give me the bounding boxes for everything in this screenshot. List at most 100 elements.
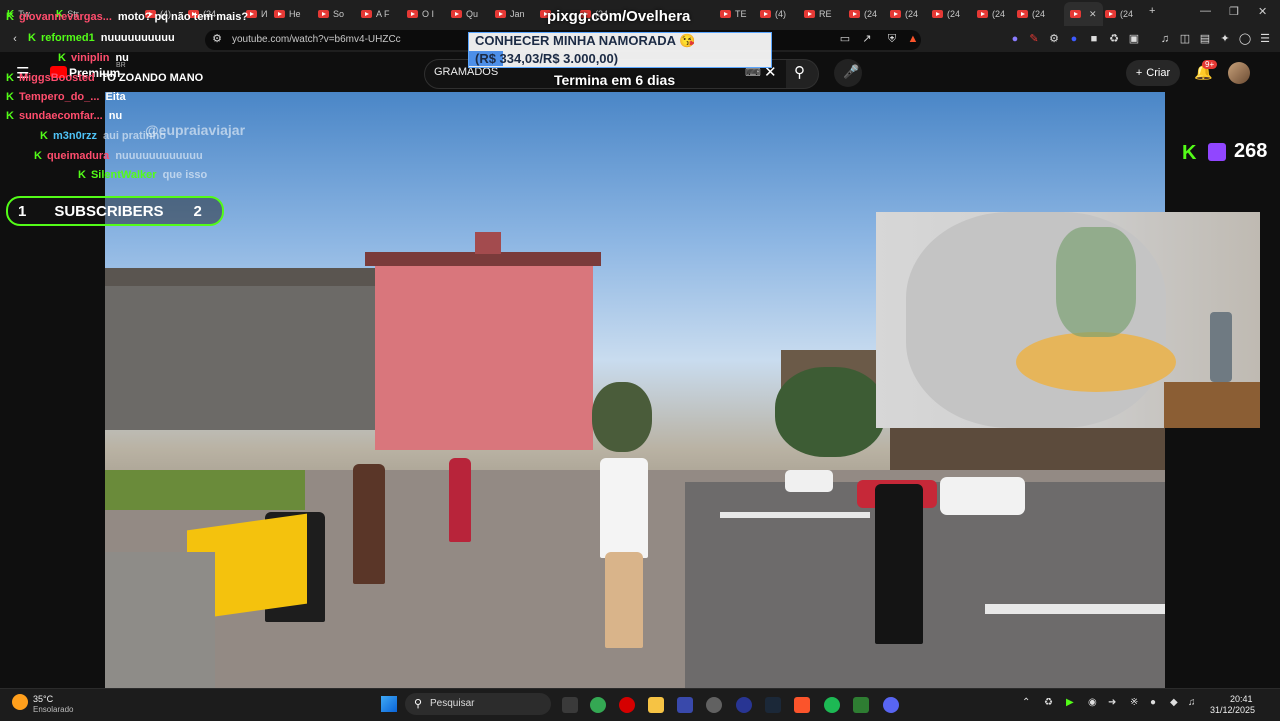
volume-icon[interactable]: ♫ [1188,697,1196,708]
search-icon[interactable]: ⚲ [794,63,805,81]
brave-icon[interactable] [794,697,810,713]
tray-icon[interactable]: ♻ [1044,697,1053,708]
site-info-icon[interactable]: ⚙ [210,32,224,46]
chat-username[interactable]: Tempero_do_... [19,91,99,103]
tray-icon-3[interactable]: ◉ [1088,697,1097,708]
bluetooth-icon[interactable]: ※ [1130,697,1138,708]
youtube-favicon-icon [274,10,285,18]
brave-rewards-icon[interactable]: ▲ [906,32,920,46]
browser-tab[interactable]: И [246,4,267,24]
wifi-icon[interactable]: ◆ [1170,697,1178,708]
browser-tab[interactable]: Jan [495,4,525,24]
extensions-puzzle-icon[interactable]: ♻ [1107,32,1121,46]
browser-tab[interactable]: So [318,4,344,24]
browser-tab[interactable]: Qu [451,4,478,24]
browser-tab-label: Jan [510,9,525,19]
browser-tab[interactable]: ✕ [1064,2,1103,26]
browser-tab[interactable]: He [274,4,301,24]
close-tab-icon[interactable]: ✕ [1089,9,1097,20]
avatar[interactable] [1228,62,1250,84]
maximize-icon[interactable]: ❐ [1229,5,1239,18]
kick-badge-icon: K [6,91,14,103]
vpn-icon[interactable]: ◯ [1238,32,1252,46]
browser-tab[interactable]: (24 [1105,4,1133,24]
browser-menu-icon[interactable]: ☰ [1258,32,1272,46]
chat-username[interactable]: sundaecomfar... [19,110,103,122]
tray-icon-4[interactable]: ➜ [1108,697,1116,708]
url-text[interactable]: youtube.com/watch?v=b6mv4-UHZCc [232,34,401,45]
share-icon[interactable]: ↗ [860,32,874,46]
chat-username[interactable]: queimadura [47,150,109,162]
brave-shield-icon[interactable]: ⛨ [885,32,899,46]
discord-icon[interactable] [883,697,899,713]
browser-tab[interactable]: (24 [1017,4,1045,24]
chat-username[interactable]: giovannevargas... [19,11,112,23]
close-window-icon[interactable]: ✕ [1258,5,1267,18]
plus-icon: + [1135,67,1143,79]
browser-tab[interactable]: (4) [760,4,786,24]
weather-desc[interactable]: Ensolarado [33,705,73,714]
browser-tab[interactable]: O I [407,4,434,24]
youtube-favicon-icon [977,10,988,18]
chrome-icon[interactable] [590,697,606,713]
extension-icon-2[interactable]: ✎ [1027,32,1041,46]
tray-overflow-icon[interactable]: ⌃ [1022,697,1030,708]
desk [1164,382,1260,428]
browser-tab[interactable]: RE [804,4,832,24]
person-khaki-pants [605,552,643,648]
taskbar-search[interactable] [405,693,551,715]
opera-icon[interactable] [619,697,635,713]
chat-username[interactable]: viniplin [71,52,110,64]
screenshot-icon[interactable]: ▣ [1127,32,1141,46]
chat-username[interactable]: SilentWalker [91,169,157,181]
browser-tab[interactable]: A F [361,4,390,24]
tray-icon-2[interactable]: ▶ [1066,697,1074,708]
extension-icon[interactable]: ● [1008,32,1022,46]
extension-icon-3[interactable]: ⚙ [1047,32,1061,46]
browser-tab[interactable]: (24 [932,4,960,24]
sidebar-icon[interactable]: ◫ [1178,32,1192,46]
weather-temp[interactable]: 35°C [33,694,53,704]
chat-text: Eita [105,91,126,103]
chat-username[interactable]: MiggsBoosted [19,72,95,84]
chat-username[interactable]: reformed1 [41,32,95,44]
browser-tab[interactable]: (24 [890,4,918,24]
chat-username[interactable]: m3n0rzz [53,130,97,142]
youtube-favicon-icon [1070,10,1081,18]
create-button[interactable]: + Criar [1126,60,1180,86]
clock-date[interactable]: 31/12/2025 [1210,705,1255,715]
spotify-icon[interactable] [824,697,840,713]
crosswalk [720,512,870,518]
wallet-icon[interactable]: ▤ [1198,32,1212,46]
chat-text: nu [115,52,129,64]
cast-icon[interactable]: ▭ [838,32,852,46]
chat-text: nuuuuuuuuuuuu [115,150,203,162]
app-icon-2[interactable] [736,697,752,713]
file-explorer-icon[interactable] [648,697,664,713]
task-view-icon[interactable] [562,697,578,713]
app-icon-3[interactable] [853,697,869,713]
windows-start-icon[interactable] [381,696,397,712]
leo-ai-icon[interactable]: ✦ [1218,32,1232,46]
clock-time[interactable]: 20:41 [1230,694,1253,704]
chat-message: K Tempero_do_... Eita [6,91,126,103]
browser-tab[interactable]: (24 [977,4,1005,24]
steam-icon[interactable] [765,697,781,713]
app-icon[interactable] [677,697,693,713]
donation-goal-amount: (R$ 334,03/R$ 3.000,00) [475,51,619,66]
browser-tab[interactable]: TE [720,4,747,24]
weather-icon[interactable] [12,694,28,710]
browser-tab-label: (24 [1120,9,1134,19]
back-icon[interactable]: ‹ [8,32,22,46]
browser-tab-label: (24 [864,9,878,19]
new-tab-button[interactable]: + [1149,5,1155,17]
extension-icon-5[interactable]: ■ [1087,32,1101,46]
extension-icon-4[interactable]: ● [1067,32,1081,46]
youtube-favicon-icon [1017,10,1028,18]
streamer-webcam [876,212,1260,428]
obs-icon[interactable] [706,697,722,713]
media-icon[interactable]: ♫ [1158,32,1172,46]
mic-tray-icon[interactable]: ● [1150,697,1156,708]
minimize-icon[interactable]: — [1200,5,1211,17]
browser-tab[interactable]: (24 [849,4,877,24]
